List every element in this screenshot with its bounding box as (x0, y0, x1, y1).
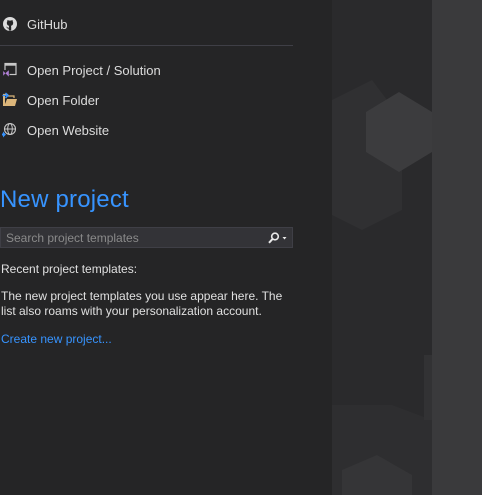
github-label: GitHub (27, 16, 68, 32)
open-folder-icon (2, 92, 18, 108)
open-website-link[interactable]: Open Website (0, 120, 109, 140)
templates-info-line-2: list also roams with your personalizatio… (1, 304, 262, 318)
open-project-label: Open Project / Solution (27, 62, 161, 78)
hexagon-background-art (332, 0, 482, 495)
open-folder-label: Open Folder (27, 92, 100, 108)
github-link[interactable]: GitHub (0, 14, 67, 34)
search-button[interactable] (264, 228, 292, 247)
create-new-project-link[interactable]: Create new project... (1, 332, 112, 346)
template-search-box (0, 227, 293, 248)
open-project-link[interactable]: Open Project / Solution (0, 60, 161, 80)
start-window: GitHub Open Project / Solution Open Fold… (0, 0, 482, 495)
new-project-heading: New project (0, 186, 129, 213)
open-folder-link[interactable]: Open Folder (0, 90, 99, 110)
templates-info-line-1: The new project templates you use appear… (1, 289, 283, 303)
github-icon (2, 16, 18, 32)
search-icon (268, 231, 280, 243)
open-website-label: Open Website (27, 122, 110, 138)
search-input[interactable] (1, 228, 264, 247)
start-panel: GitHub Open Project / Solution Open Fold… (0, 0, 332, 495)
open-project-icon (2, 62, 18, 78)
decorative-panel (332, 0, 482, 495)
dropdown-arrow-icon (282, 236, 287, 239)
recent-templates-label: Recent project templates: (1, 262, 138, 276)
divider (0, 45, 293, 46)
open-website-icon (2, 122, 18, 138)
